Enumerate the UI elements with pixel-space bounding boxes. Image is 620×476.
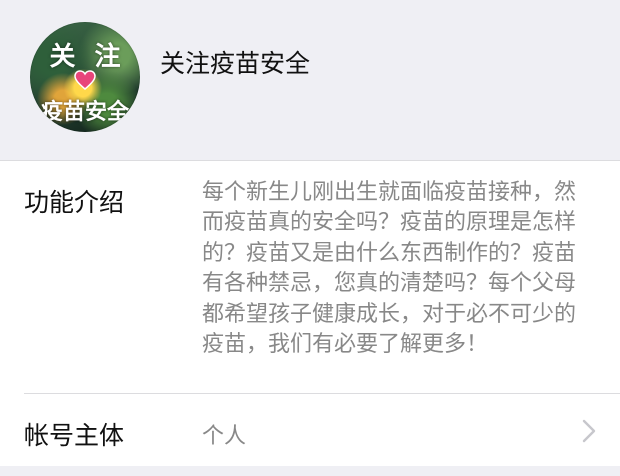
owner-label: 帐号主体 bbox=[24, 421, 125, 450]
avatar-char-left: 关 bbox=[49, 42, 76, 72]
heart-icon bbox=[74, 70, 96, 90]
intro-label: 功能介绍 bbox=[24, 188, 125, 217]
profile-header: 关 注 疫苗安全 关注疫苗安全 bbox=[0, 0, 620, 160]
footer-strip bbox=[0, 466, 620, 476]
chevron-right-icon bbox=[582, 419, 596, 443]
intro-text: 每个新生儿刚出生就面临疫苗接种，然而疫苗真的安全吗？疫苗的原理是怎样的？疫苗又是… bbox=[202, 180, 577, 358]
account-profile-page: 关 注 疫苗安全 关注疫苗安全 功能介绍 每个新生儿刚出生就面临疫苗接种，然而疫… bbox=[0, 0, 620, 476]
owner-value: 个人 bbox=[202, 424, 247, 449]
avatar[interactable]: 关 注 疫苗安全 bbox=[30, 22, 140, 132]
avatar-char-right: 注 bbox=[94, 42, 121, 72]
avatar-bottom-text: 疫苗安全 bbox=[40, 100, 129, 125]
account-name: 关注疫苗安全 bbox=[160, 49, 311, 78]
account-owner-row[interactable]: 帐号主体 个人 bbox=[0, 394, 620, 466]
profile-info-card: 功能介绍 每个新生儿刚出生就面临疫苗接种，然而疫苗真的安全吗？疫苗的原理是怎样的… bbox=[0, 160, 620, 467]
